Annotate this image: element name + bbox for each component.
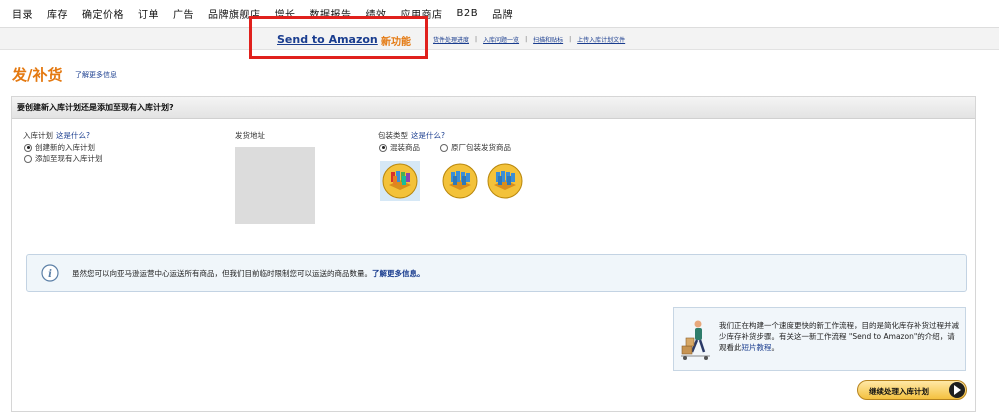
continue-inbound-plan-button[interactable]: 继续处理入库计划 [857,380,967,400]
panel-header: 要创建新入库计划还是添加至现有入库计划? [12,97,975,119]
send-to-amazon-promo: 我们正在构建一个速度更快的新工作流程，目的是简化库存补货过程并减少库存补货步骤。… [673,307,966,371]
nav-inventory[interactable]: 库存 [47,6,68,21]
separator: | [525,36,528,43]
mixed-pack-label: 混装商品 [390,143,420,152]
create-new-plan-radio[interactable] [24,143,32,152]
info-message: 虽然您可以向亚马逊运营中心运送所有商品，但我们目前临时限制您可以运送的商品数量。… [72,268,425,279]
case-pack-icon[interactable] [440,161,480,201]
info-message-text: 虽然您可以向亚马逊运营中心运送所有商品，但我们目前临时限制您可以运送的商品数量。 [72,269,372,278]
continue-button-label: 继续处理入库计划 [869,387,929,396]
ship-from-address-box [235,147,315,224]
inbound-problems-link[interactable]: 入库问题一览 [483,35,519,44]
sub-navigation-links: 货件处理进度 | 入库问题一览 | 扫描和贴标 | 上传入库计划文件 [433,35,625,44]
plan-label: 入库计划 这是什么? [23,130,90,141]
mixed-pack-icon[interactable] [380,161,420,201]
create-new-plan-label: 创建新的入库计划 [35,143,95,152]
new-feature-badge: 新功能 [381,37,411,48]
packing-help-link[interactable]: 这是什么? [411,131,445,140]
plan-label-text: 入库计划 [23,131,53,140]
case-pack-label: 原厂包装发货商品 [451,143,511,152]
add-existing-plan-label: 添加至现有入库计划 [35,154,103,163]
video-tutorial-link[interactable]: 短片教程 [742,343,772,352]
arrow-right-icon [949,382,965,398]
create-new-plan-option[interactable]: 创建新的入库计划 [24,142,95,153]
inbound-plan-panel: 要创建新入库计划还是添加至现有入库计划? 入库计划 这是什么? 创建新的入库计划 … [11,96,976,412]
mixed-pack-radio[interactable] [379,143,387,152]
nav-pricing[interactable]: 确定价格 [82,6,124,21]
address-label: 发货地址 [235,131,265,140]
nav-b2b[interactable]: B2B [457,8,479,19]
info-learn-more-link[interactable]: 了解更多信息。 [372,269,425,278]
add-existing-plan-option[interactable]: 添加至现有入库计划 [24,153,103,164]
promo-message: 我们正在构建一个速度更快的新工作流程，目的是简化库存补货过程并减少库存补货步骤。… [719,320,959,353]
nav-brands[interactable]: 品牌 [492,6,513,21]
top-navigation: 目录 库存 确定价格 订单 广告 品牌旗舰店 增长 数据报告 绩效 应用商店 B… [0,0,999,26]
info-alert: i 虽然您可以向亚马逊运营中心运送所有商品，但我们目前临时限制您可以运送的商品数… [26,254,967,292]
page-title: 发/补货 [12,66,63,84]
send-to-amazon-link[interactable]: Send to Amazon [277,33,378,46]
promo-end: 。 [771,343,780,352]
info-icon: i [41,264,59,282]
scan-and-label-link[interactable]: 扫描和贴标 [533,35,563,44]
packing-label-text: 包装类型 [378,131,408,140]
case-pack-icon[interactable] [485,161,525,201]
case-pack-option[interactable]: 原厂包装发货商品 [440,142,511,153]
shipment-progress-link[interactable]: 货件处理进度 [433,35,469,44]
upload-plan-file-link[interactable]: 上传入库计划文件 [577,35,625,44]
worker-boxes-illustration [681,320,710,360]
nav-catalog[interactable]: 目录 [12,6,33,21]
nav-advertising[interactable]: 广告 [173,6,194,21]
svg-text:i: i [48,269,52,280]
separator: | [569,36,572,43]
mixed-pack-option[interactable]: 混装商品 [379,142,420,153]
separator: | [475,36,478,43]
add-existing-plan-radio[interactable] [24,154,32,163]
packing-label: 包装类型 这是什么? [378,130,445,141]
learn-more-link[interactable]: 了解更多信息 [75,70,117,80]
plan-help-link[interactable]: 这是什么? [56,131,90,140]
case-pack-radio[interactable] [440,143,448,152]
nav-orders[interactable]: 订单 [138,6,159,21]
